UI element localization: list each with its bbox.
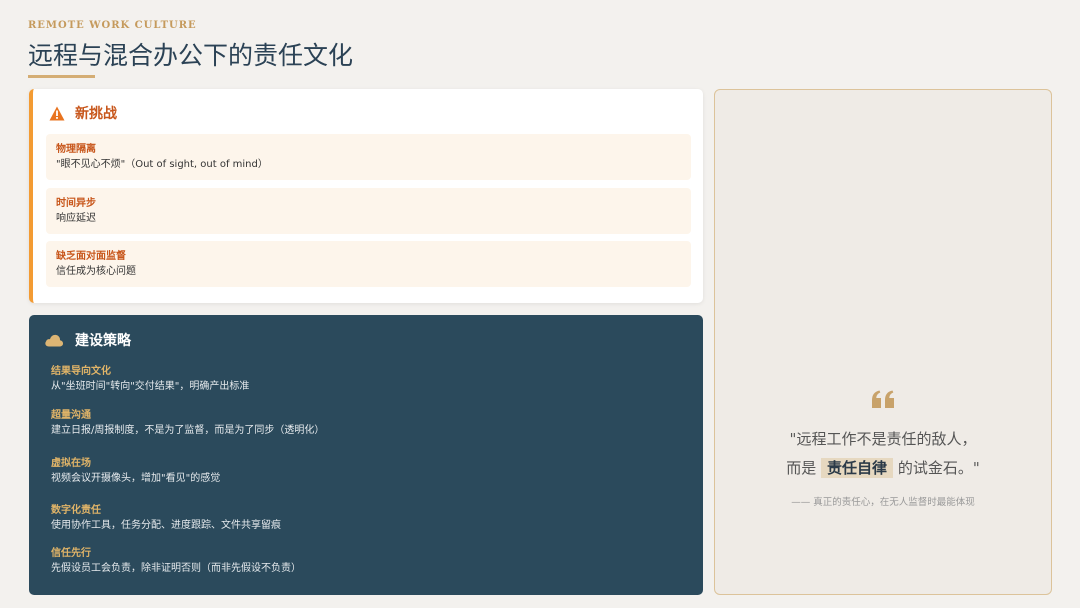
- quote-line-2-pre: 而是: [786, 459, 817, 477]
- eyebrow: REMOTE WORK CULTURE: [28, 20, 197, 31]
- quote-line-2-post: 的试金石。": [897, 459, 980, 477]
- quote-panel: "远程工作不是责任的敌人， 而是 责任自律 的试金石。" —— 真正的责任心，在…: [714, 89, 1052, 595]
- challenge-item-title: 物理隔离: [56, 144, 96, 155]
- challenges-card: 新挑战 物理隔离 "眼不见心不烦"（Out of sight, out of m…: [29, 89, 703, 303]
- quote-attribution: —— 真正的责任心，在无人监督时最能体现: [791, 497, 975, 508]
- strategy-item: 数字化责任 使用协作工具，任务分配、进度跟踪、文件共享留痕: [51, 504, 281, 534]
- challenge-item-title: 缺乏面对面监督: [56, 251, 126, 262]
- strategy-item: 结果导向文化 从"坐班时间"转向"交付结果"，明确产出标准: [51, 365, 249, 395]
- strategy-item-title: 虚拟在场: [51, 458, 91, 469]
- challenge-item: 缺乏面对面监督 信任成为核心问题: [46, 241, 691, 287]
- strategy-item-title: 结果导向文化: [51, 366, 111, 377]
- strategy-item: 超量沟通 建立日报/周报制度，不是为了监督，而是为了同步（透明化）: [51, 409, 324, 439]
- strategy-item-title: 数字化责任: [51, 505, 101, 516]
- strategies-card: 建设策略 结果导向文化 从"坐班时间"转向"交付结果"，明确产出标准 超量沟通 …: [29, 315, 703, 595]
- strategy-item-desc: 从"坐班时间"转向"交付结果"，明确产出标准: [51, 381, 250, 392]
- cloud-icon: [45, 334, 64, 347]
- challenge-item-desc: 信任成为核心问题: [56, 266, 136, 277]
- challenge-item-title: 时间异步: [56, 198, 96, 209]
- page-title: 远程与混合办公下的责任文化: [28, 41, 354, 70]
- strategies-header: 建设策略: [44, 331, 131, 349]
- quote-highlight: 责任自律: [821, 458, 894, 478]
- title-underline: [28, 75, 95, 78]
- strategy-item-title: 信任先行: [51, 548, 91, 559]
- strategy-item-title: 超量沟通: [51, 410, 91, 421]
- strategy-item-desc: 建立日报/周报制度，不是为了监督，而是为了同步（透明化）: [51, 425, 325, 436]
- quote-line-2: 而是 责任自律 的试金石。": [715, 457, 1051, 478]
- challenges-title: 新挑战: [75, 106, 117, 122]
- challenge-item: 物理隔离 "眼不见心不烦"（Out of sight, out of mind）: [46, 134, 691, 180]
- strategy-item-desc: 视频会议开摄像头，增加"看见"的感觉: [51, 473, 221, 484]
- challenge-item-desc: 响应延迟: [56, 213, 96, 224]
- strategy-item-desc: 使用协作工具，任务分配、进度跟踪、文件共享留痕: [51, 520, 281, 531]
- strategy-item: 虚拟在场 视频会议开摄像头，增加"看见"的感觉: [51, 457, 220, 487]
- strategies-title: 建设策略: [75, 333, 131, 349]
- quote-line-1: "远程工作不是责任的敌人，: [789, 430, 977, 448]
- challenges-header: 新挑战: [49, 103, 117, 123]
- challenge-item: 时间异步 响应延迟: [46, 188, 691, 234]
- quote-icon: [872, 390, 894, 408]
- strategy-item: 信任先行 先假设员工会负责，除非证明否则（而非先假设不负责）: [51, 547, 301, 577]
- warning-icon: [49, 106, 65, 120]
- challenge-item-desc: "眼不见心不烦"（Out of sight, out of mind）: [56, 159, 268, 170]
- strategy-item-desc: 先假设员工会负责，除非证明否则（而非先假设不负责）: [51, 563, 301, 574]
